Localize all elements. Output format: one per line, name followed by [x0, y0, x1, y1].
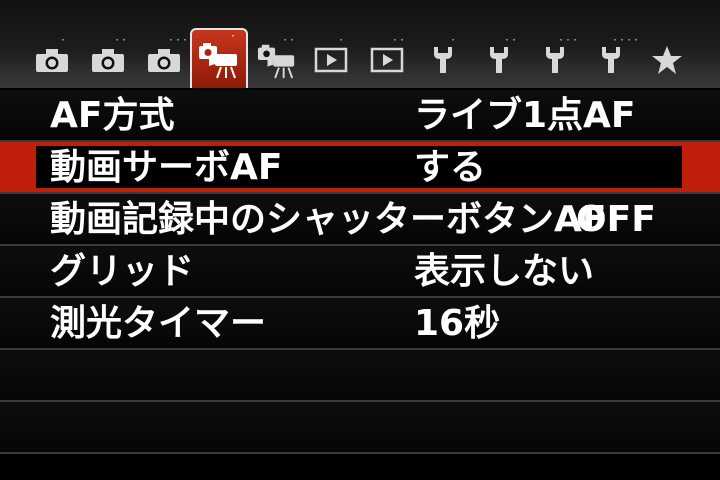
menu-item-value: OFF: [576, 199, 656, 240]
menu-row-shutter-af-during-movie[interactable]: 動画記録中のシャッターボタンAF OFF: [0, 194, 720, 246]
camera-icon: [92, 49, 124, 72]
play-icon: [314, 47, 348, 73]
tab-playback-1[interactable]: [306, 40, 356, 80]
menu-item-value: する: [414, 147, 487, 188]
tab-movie-2[interactable]: [252, 40, 302, 80]
movie-camera-icon: [199, 43, 237, 79]
wrench-icon: [490, 47, 508, 73]
wrench-icon: [546, 47, 564, 73]
tab-dots: ·: [230, 31, 238, 42]
tab-dots: ··: [282, 35, 297, 46]
tab-setup-3[interactable]: [530, 40, 580, 80]
tab-dots: ·: [60, 35, 68, 46]
menu-item-label: 測光タイマー: [50, 303, 267, 344]
menu-row-movie-servo-af[interactable]: 動画サーボAF する: [0, 142, 720, 194]
camera-icon: [148, 49, 180, 72]
movie-camera-icon: [257, 44, 295, 79]
wrench-icon: [434, 47, 452, 73]
tab-shooting-1[interactable]: [27, 40, 77, 80]
menu-item-label: 動画サーボAF: [50, 147, 283, 188]
tab-shooting-2[interactable]: [83, 40, 133, 80]
menu-item-label: 動画記録中のシャッターボタンAF: [50, 199, 607, 240]
tab-playback-2[interactable]: [362, 40, 412, 80]
tab-my-menu[interactable]: [642, 40, 692, 80]
tab-dots: ···: [558, 35, 580, 46]
tab-dots: ·: [450, 35, 458, 46]
menu-row-empty: [0, 350, 720, 402]
menu-row-af-method[interactable]: AF方式 ライブ1点AF: [0, 90, 720, 142]
menu-item-label: AF方式: [50, 95, 175, 136]
tab-dots: ···: [168, 35, 190, 46]
tab-dots: ·: [338, 35, 346, 46]
menu-item-label: グリッド: [50, 251, 195, 292]
movie-menu-list: AF方式 ライブ1点AF 動画サーボAF する 動画記録中のシャッターボタンAF…: [0, 90, 720, 454]
menu-item-value: 16秒: [414, 303, 501, 344]
star-icon: [652, 46, 682, 74]
tab-setup-1[interactable]: [418, 40, 468, 80]
menu-item-value: 表示しない: [414, 251, 595, 292]
tab-dots: ··: [504, 35, 519, 46]
tab-dots: ··: [114, 35, 129, 46]
menu-item-value: ライブ1点AF: [414, 95, 636, 136]
tab-setup-4[interactable]: [586, 40, 636, 80]
tab-setup-2[interactable]: [474, 40, 524, 80]
camera-icon: [36, 49, 68, 72]
menu-row-empty: [0, 402, 720, 454]
tab-dots: ··: [392, 35, 407, 46]
tab-shooting-3[interactable]: [139, 40, 189, 80]
wrench-icon: [602, 47, 620, 73]
tab-dots: ····: [612, 35, 641, 46]
play-icon: [370, 47, 404, 73]
menu-tab-bar: · ·· ··· · ·· · ·· · ·· ··· ····: [0, 0, 720, 88]
menu-row-metering-timer[interactable]: 測光タイマー 16秒: [0, 298, 720, 350]
menu-row-grid[interactable]: グリッド 表示しない: [0, 246, 720, 298]
tab-movie-1[interactable]: [190, 28, 248, 88]
